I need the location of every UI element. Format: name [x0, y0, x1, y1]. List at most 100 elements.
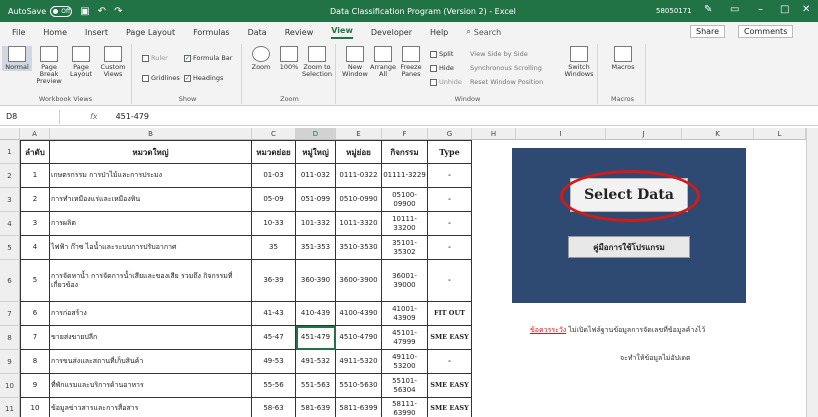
cell-division[interactable]: 41-43 [252, 302, 296, 326]
custom-views-button[interactable]: Custom Views [98, 46, 128, 78]
tab-formulas[interactable]: Formulas [193, 28, 230, 37]
select-all-corner[interactable] [0, 128, 20, 140]
autosave-control[interactable]: AutoSave Off [8, 5, 73, 17]
new-window-button[interactable]: New Window [340, 46, 370, 78]
header-cell-type[interactable]: Type [428, 140, 472, 164]
column-header-a[interactable]: A [20, 128, 50, 140]
cell-order[interactable]: 4 [20, 236, 50, 260]
tab-home[interactable]: Home [43, 28, 67, 37]
split-button[interactable]: Split [430, 50, 453, 58]
tab-data[interactable]: Data [248, 28, 267, 37]
cell-group[interactable]: 051-099 [296, 188, 336, 212]
cell-group[interactable]: 581-639 [296, 398, 336, 417]
tab-page-layout[interactable]: Page Layout [126, 28, 175, 37]
hide-button[interactable]: Hide [430, 64, 454, 72]
name-box[interactable]: D8 [0, 109, 60, 124]
cell-subgroup[interactable]: 0111-0322 [336, 164, 382, 188]
cell-subgroup[interactable]: 5811-6399 [336, 398, 382, 417]
cell-activity[interactable]: 55101-56304 [382, 374, 428, 398]
cell-activity[interactable]: 05100-09900 [382, 188, 428, 212]
column-header-g[interactable]: G [428, 128, 472, 140]
minimize-icon[interactable]: – [758, 4, 763, 15]
freeze-panes-button[interactable]: Freeze Panes [396, 46, 426, 78]
cell-activity[interactable]: 36001-39000 [382, 260, 428, 302]
cell-activity[interactable]: 10111-33200 [382, 212, 428, 236]
tab-file[interactable]: File [12, 28, 25, 37]
vertical-scrollbar[interactable] [806, 128, 818, 417]
user-name[interactable]: 58050171 [656, 7, 692, 15]
cell-group[interactable]: 360-390 [296, 260, 336, 302]
cell-activity[interactable]: 49110-53200 [382, 350, 428, 374]
save-icon[interactable]: ▣ [80, 6, 89, 17]
maximize-icon[interactable]: □ [780, 4, 789, 15]
column-header-c[interactable]: C [252, 128, 296, 140]
cell-category[interactable]: การจัดหาน้ำ การจัดการน้ำเสียและของเสีย ร… [50, 260, 252, 302]
cell-type[interactable]: - [428, 260, 472, 302]
tab-developer[interactable]: Developer [371, 28, 412, 37]
cell-group[interactable]: 101-332 [296, 212, 336, 236]
header-cell-division[interactable]: หมวดย่อย [252, 140, 296, 164]
row-header[interactable]: 10 [0, 374, 20, 398]
gridlines-checkbox[interactable]: Gridlines [142, 74, 180, 82]
cell-category[interactable]: การทำเหมืองแร่และเหมืองหิน [50, 188, 252, 212]
cell-activity[interactable]: 58111-63990 [382, 398, 428, 417]
row-header[interactable]: 4 [0, 212, 20, 236]
cell-category[interactable]: การก่อสร้าง [50, 302, 252, 326]
cell-type[interactable]: - [428, 188, 472, 212]
cell-division[interactable]: 45-47 [252, 326, 296, 350]
cell-activity[interactable]: 41001-43909 [382, 302, 428, 326]
cell-type[interactable]: SME EASY [428, 326, 472, 350]
page-break-preview-button[interactable]: Page Break Preview [34, 46, 64, 85]
autosave-toggle[interactable]: Off [50, 5, 73, 17]
cell-type[interactable]: - [428, 236, 472, 260]
cell-group[interactable]: 011-032 [296, 164, 336, 188]
row-header[interactable]: 1 [0, 140, 20, 164]
share-button[interactable]: Share [690, 25, 726, 38]
ruler-checkbox[interactable]: Ruler [142, 54, 168, 62]
cell-subgroup[interactable]: 4911-5320 [336, 350, 382, 374]
cell-division[interactable]: 35 [252, 236, 296, 260]
zoom-to-selection-button[interactable]: Zoom to Selection [302, 46, 332, 78]
row-header[interactable]: 8 [0, 326, 20, 350]
cell-type[interactable]: - [428, 212, 472, 236]
row-header[interactable]: 3 [0, 188, 20, 212]
cell-subgroup[interactable]: 3510-3530 [336, 236, 382, 260]
cell-category[interactable]: ไฟฟ้า ก๊าซ ไอน้ำและระบบการปรับอากาศ [50, 236, 252, 260]
cell-subgroup[interactable]: 5510-5630 [336, 374, 382, 398]
cell-order[interactable]: 9 [20, 374, 50, 398]
cell-category[interactable]: ข้อมูลข่าวสารและการสื่อสาร [50, 398, 252, 417]
cell-division[interactable]: 58-63 [252, 398, 296, 417]
cell-order[interactable]: 10 [20, 398, 50, 417]
cell-type[interactable]: - [428, 164, 472, 188]
cell-category[interactable]: ที่พักแรมและบริการด้านอาหาร [50, 374, 252, 398]
header-cell-subgroup[interactable]: หมู่ย่อย [336, 140, 382, 164]
tab-review[interactable]: Review [285, 28, 314, 37]
tab-help[interactable]: Help [430, 28, 448, 37]
close-icon[interactable]: ✕ [802, 4, 810, 15]
macros-button[interactable]: Macros [608, 46, 638, 71]
column-header-f[interactable]: F [382, 128, 428, 140]
cell-category[interactable]: เกษตรกรรม การป่าไม้และการประมง [50, 164, 252, 188]
cell-subgroup[interactable]: 1011-3320 [336, 212, 382, 236]
formula-bar-checkbox[interactable]: ✓ Formula Bar [184, 54, 232, 62]
column-header-h[interactable]: H [472, 128, 516, 140]
cell-type[interactable]: SME EASY [428, 398, 472, 417]
column-header-j[interactable]: J [606, 128, 682, 140]
cell-category[interactable]: การผลิต [50, 212, 252, 236]
row-header[interactable]: 2 [0, 164, 20, 188]
reset-window-position-button[interactable]: Reset Window Position [470, 78, 543, 86]
view-side-by-side-button[interactable]: View Side by Side [470, 50, 528, 58]
tab-insert[interactable]: Insert [85, 28, 108, 37]
cell-division[interactable]: 36-39 [252, 260, 296, 302]
row-header[interactable]: 11 [0, 398, 20, 417]
cell-activity[interactable]: 45101-47999 [382, 326, 428, 350]
cell-type[interactable]: FIT OUT [428, 302, 472, 326]
cell-group[interactable]: 491-532 [296, 350, 336, 374]
cell-order[interactable]: 8 [20, 350, 50, 374]
header-cell-group[interactable]: หมู่ใหญ่ [296, 140, 336, 164]
row-header[interactable]: 9 [0, 350, 20, 374]
cell-division[interactable]: 05-09 [252, 188, 296, 212]
ribbon-display-icon[interactable]: ▭ [730, 4, 739, 15]
unhide-button[interactable]: Unhide [430, 78, 462, 86]
cell-order[interactable]: 5 [20, 260, 50, 302]
